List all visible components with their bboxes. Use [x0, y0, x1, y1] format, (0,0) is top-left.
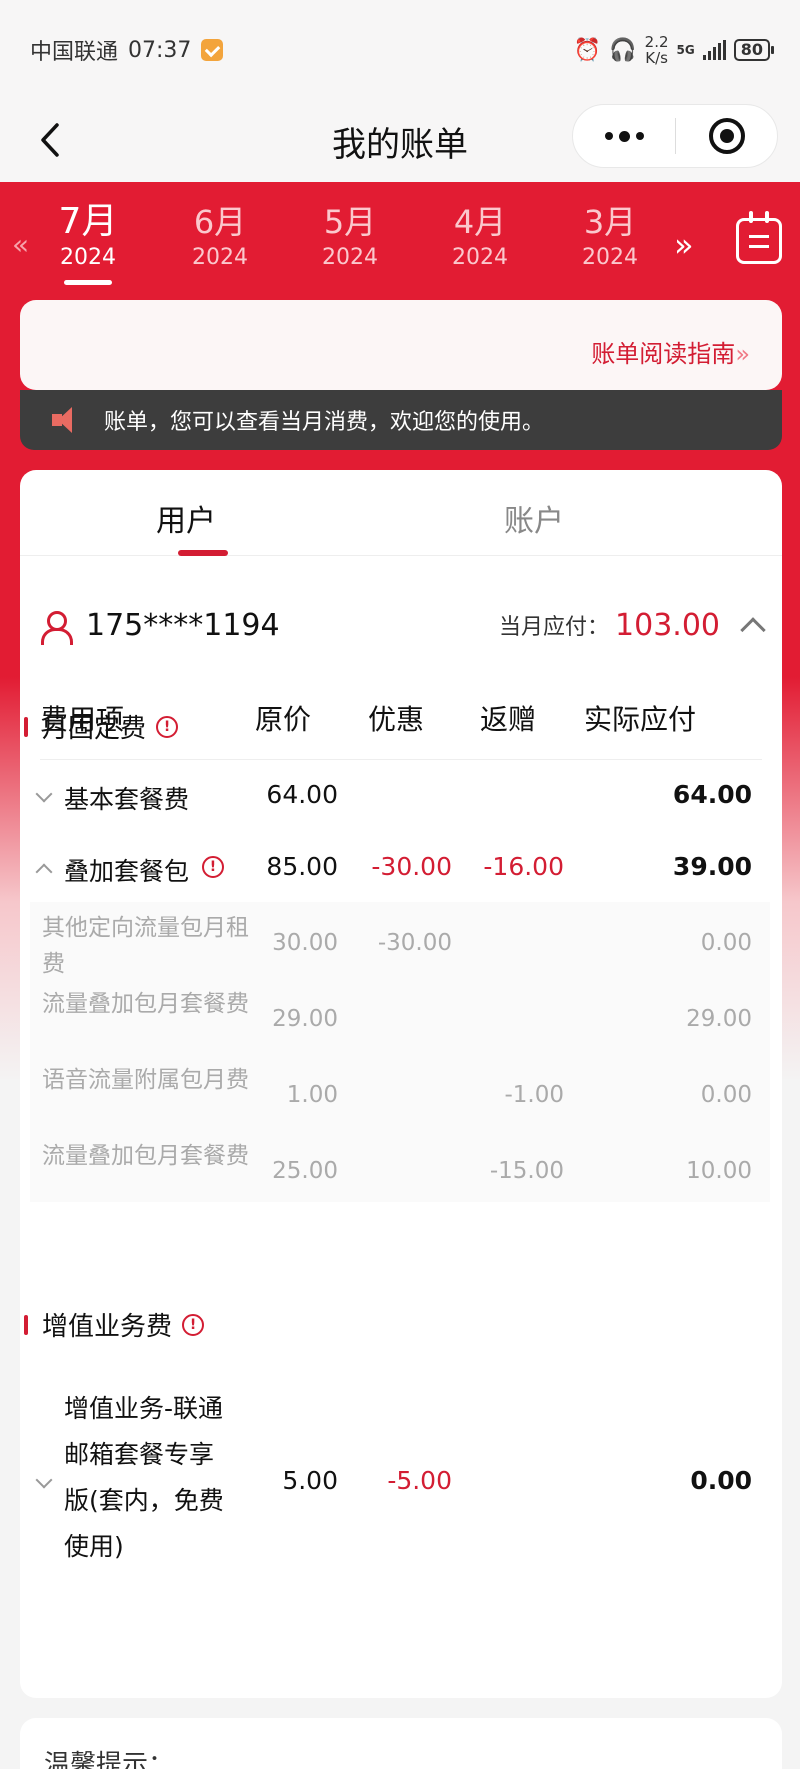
miniprogram-capsule	[572, 104, 778, 168]
notice-bar: 账单，您可以查看当月消费，欢迎您的使用。	[20, 390, 782, 450]
info-icon[interactable]: !	[202, 856, 224, 878]
table-row[interactable]: 增值业务-联通邮箱套餐专享版(套内，免费使用) 5.00 -5.00 0.00	[20, 1386, 782, 1586]
next-months-icon[interactable]: »	[674, 226, 694, 264]
chevron-down-icon	[35, 1471, 53, 1489]
prev-months-icon[interactable]: «	[12, 228, 29, 261]
more-dot-icon	[635, 132, 644, 140]
network-type: 5G	[676, 43, 695, 57]
section-marker	[24, 1314, 28, 1335]
headphones-icon: 🎧	[609, 37, 637, 63]
section-value-added: 增值业务费 !	[24, 1306, 205, 1343]
signal-icon	[702, 40, 726, 60]
tips-card: 温馨提示：	[20, 1718, 782, 1769]
carrier-name: 中国联通	[30, 40, 119, 65]
chevron-down-icon	[35, 785, 53, 803]
back-arrow-icon	[41, 123, 59, 157]
tips-title: 温馨提示：	[44, 1750, 175, 1769]
user-icon	[40, 610, 73, 645]
carrier-time: 中国联通 07:37	[30, 34, 224, 66]
package-detail-list: 其他定向流量包月租费 30.00 -30.00 0.00 流量叠加包月套餐费 2…	[30, 902, 770, 1202]
double-chevron-right-icon: »	[735, 340, 750, 368]
nav-bar: 我的账单	[0, 100, 800, 182]
chevron-up-icon[interactable]	[740, 617, 766, 643]
more-dot-icon	[604, 132, 613, 140]
battery-icon: 80	[733, 39, 775, 61]
status-bar: 中国联通 07:37 ⏰ 🎧 2.2 K/s 5G 80	[0, 0, 800, 100]
section-monthly-fixed: 月固定费 !	[24, 708, 179, 745]
target-icon	[708, 118, 745, 154]
phone-number: 175****1194	[86, 607, 280, 643]
speaker-icon	[50, 405, 80, 435]
more-button[interactable]	[573, 130, 675, 142]
status-icons: ⏰ 🎧 2.2 K/s 5G 80	[573, 33, 775, 67]
due-amount: 103.00	[615, 607, 720, 643]
section-marker	[24, 716, 28, 737]
monthly-due: 当月应付： 103.00	[499, 607, 766, 643]
month-tab-apr[interactable]: 4月 2024	[430, 202, 530, 274]
month-tab-jun[interactable]: 6月 2024	[170, 202, 270, 274]
app-badge-icon	[201, 39, 224, 61]
bill-guide-link[interactable]: 账单阅读指南»	[591, 334, 750, 369]
chevron-up-icon	[35, 863, 53, 881]
tab-indicator	[178, 550, 228, 556]
bill-detail-card: 用户 账户 175****1194 当月应付： 103.00 费用项 原价 优惠…	[20, 470, 782, 1698]
back-button[interactable]	[32, 122, 68, 158]
network-speed: 2.2 K/s	[644, 33, 669, 67]
info-icon[interactable]: !	[182, 1313, 205, 1336]
info-icon[interactable]: !	[156, 715, 179, 738]
more-dot-icon	[618, 130, 630, 142]
user-summary: 175****1194 当月应付： 103.00	[40, 600, 766, 650]
tab-user[interactable]: 用户	[156, 496, 216, 540]
calendar-icon[interactable]	[736, 211, 782, 264]
alarm-icon: ⏰	[573, 37, 602, 63]
close-miniprogram-button[interactable]	[676, 118, 777, 154]
notice-text: 账单，您可以查看当月消费，欢迎您的使用。	[104, 410, 545, 435]
clock: 07:37	[128, 37, 192, 63]
tab-account[interactable]: 账户	[504, 496, 564, 540]
bill-summary-card: 账单阅读指南»	[20, 300, 782, 390]
month-tab-jul[interactable]: 7月 2024	[38, 202, 138, 285]
month-tab-indicator	[64, 280, 112, 285]
month-tab-mar[interactable]: 3月 2024	[560, 202, 660, 274]
user-account-tabs: 用户 账户	[20, 470, 782, 556]
month-selector: « 7月 2024 6月 2024 5月 2024 4月 2024 3月 202…	[0, 182, 800, 297]
month-tab-may[interactable]: 5月 2024	[300, 202, 400, 274]
